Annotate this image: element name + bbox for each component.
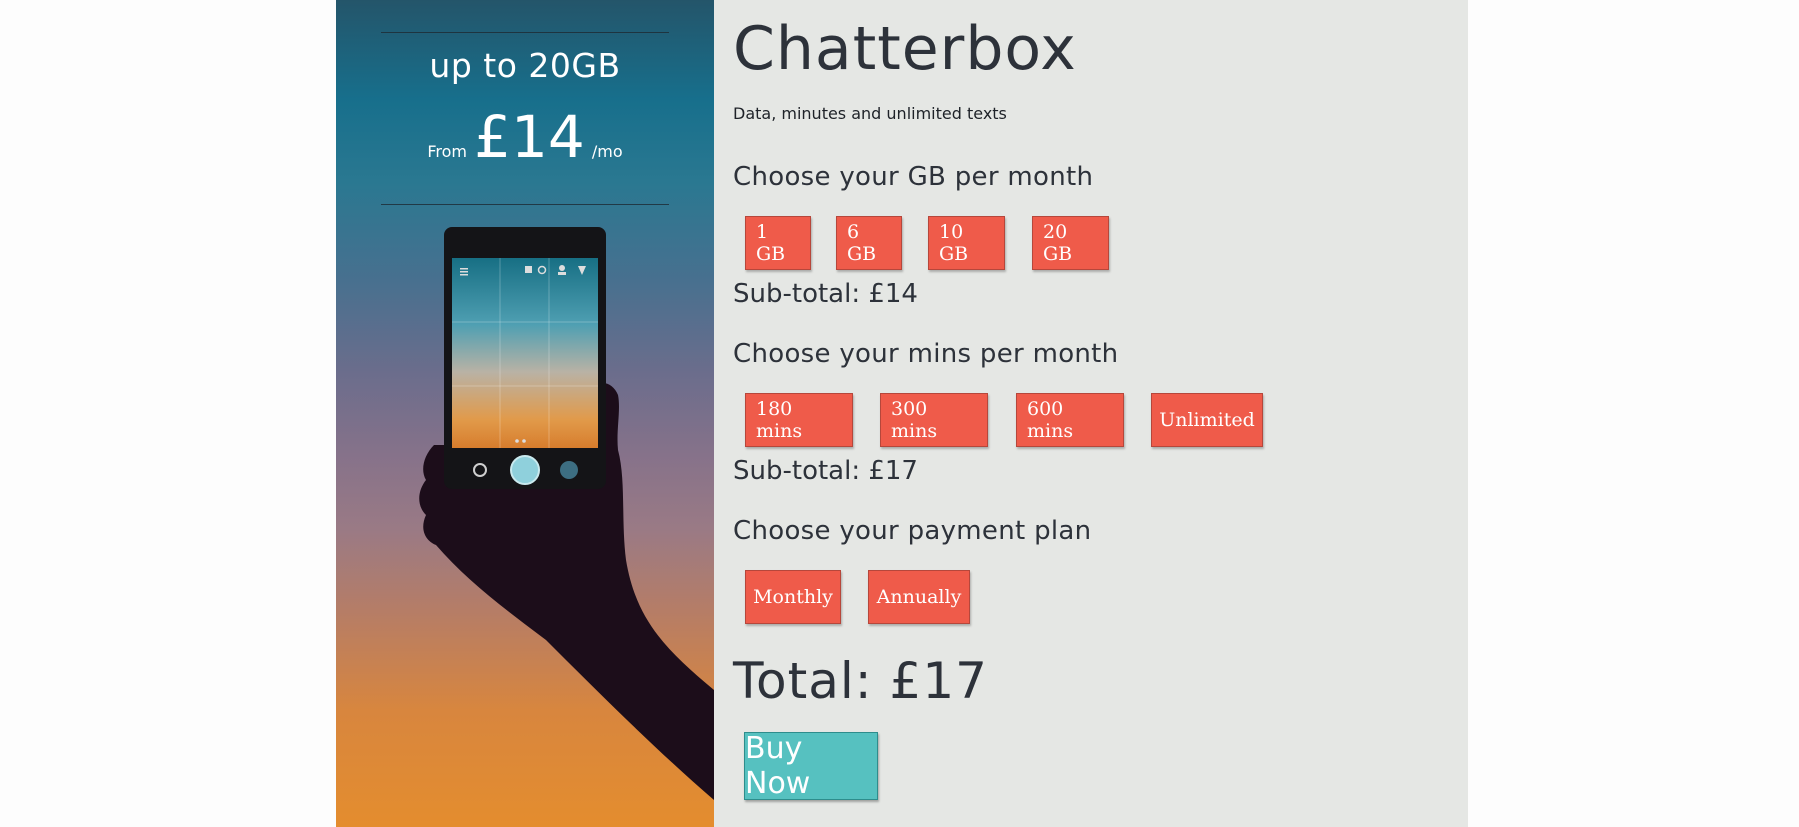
buy-now-button[interactable]: Buy Now [744,731,878,801]
mins-option-600[interactable]: 600 mins [1016,393,1124,447]
payment-option-annually[interactable]: Annually [868,570,970,624]
gb-option-1[interactable]: 1 GB [745,216,811,270]
price-prefix: From [427,142,467,161]
promo-panel: up to 20GB From £14 /mo [336,0,714,827]
gb-option-6[interactable]: 6 GB [836,216,902,270]
mins-options: 180 mins 300 mins 600 mins Unlimited [745,393,1263,447]
plan-card: up to 20GB From £14 /mo Chatterbox Data,… [336,0,1468,827]
bottom-rule [381,204,669,205]
mins-option-180[interactable]: 180 mins [745,393,853,447]
payment-option-monthly[interactable]: Monthly [745,570,841,624]
mins-option-300[interactable]: 300 mins [880,393,988,447]
data-subtotal: Sub-total: £14 [733,279,918,309]
shutter-button [510,455,540,485]
data-section-label: Choose your GB per month [733,162,1094,192]
price-suffix: /mo [591,142,623,161]
price-amount: £14 [474,103,585,171]
mins-section-label: Choose your mins per month [733,339,1119,369]
plan-title: Chatterbox [733,14,1077,84]
gb-option-10[interactable]: 10 GB [928,216,1005,270]
total-price: Total: £17 [733,652,988,710]
payment-section-label: Choose your payment plan [733,516,1092,546]
config-panel: Chatterbox Data, minutes and unlimited t… [714,0,1468,827]
gb-option-20[interactable]: 20 GB [1032,216,1109,270]
plan-subtitle: Data, minutes and unlimited texts [733,104,1007,123]
promo-headline: up to 20GB [429,46,621,85]
data-options: 1 GB 6 GB 10 GB 20 GB [745,216,1109,270]
phone-screen [452,258,598,448]
mins-subtotal: Sub-total: £17 [733,456,918,486]
mins-option-unlimited[interactable]: Unlimited [1151,393,1263,447]
promo-price: From £14 /mo [336,108,714,166]
top-rule [381,32,669,33]
payment-options: Monthly Annually [745,570,970,624]
